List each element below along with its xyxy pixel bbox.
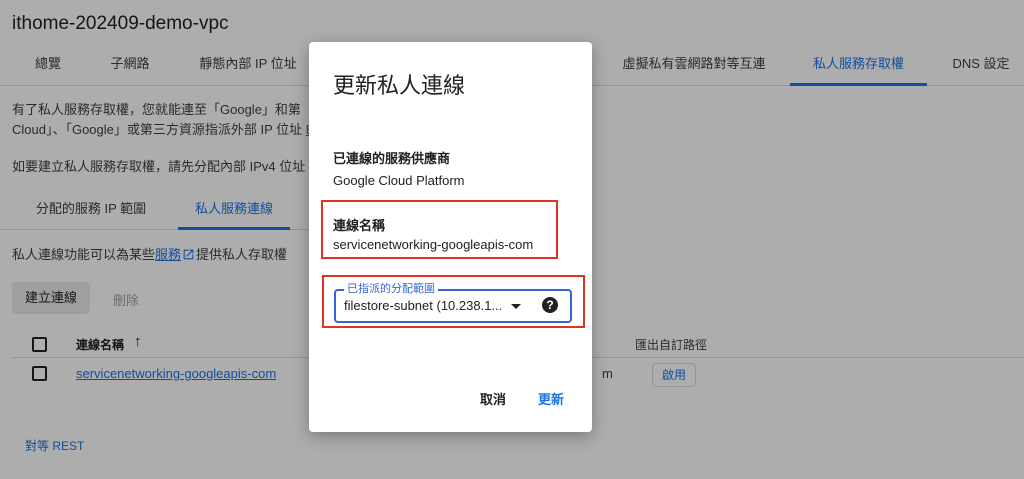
provider-value: Google Cloud Platform [333,173,465,188]
dropdown-caret-icon[interactable] [511,304,521,309]
help-icon[interactable]: ? [542,297,558,313]
allocated-range-label: 已指派的分配範圍 [344,282,438,296]
connection-name-label: 連線名稱 [333,218,386,233]
provider-label: 已連線的服務供應商 [333,151,451,166]
cancel-button[interactable]: 取消 [480,389,506,408]
update-private-connection-dialog: 更新私人連線 已連線的服務供應商 Google Cloud Platform 連… [309,42,592,432]
connection-name-value: servicenetworking-googleapis-com [333,237,534,252]
update-button[interactable]: 更新 [538,389,564,408]
dialog-title: 更新私人連線 [333,73,466,98]
allocated-range-select[interactable]: 已指派的分配範圍 filestore-subnet (10.238.1... ? [334,282,572,323]
allocated-range-value: filestore-subnet (10.238.1... [344,298,503,313]
